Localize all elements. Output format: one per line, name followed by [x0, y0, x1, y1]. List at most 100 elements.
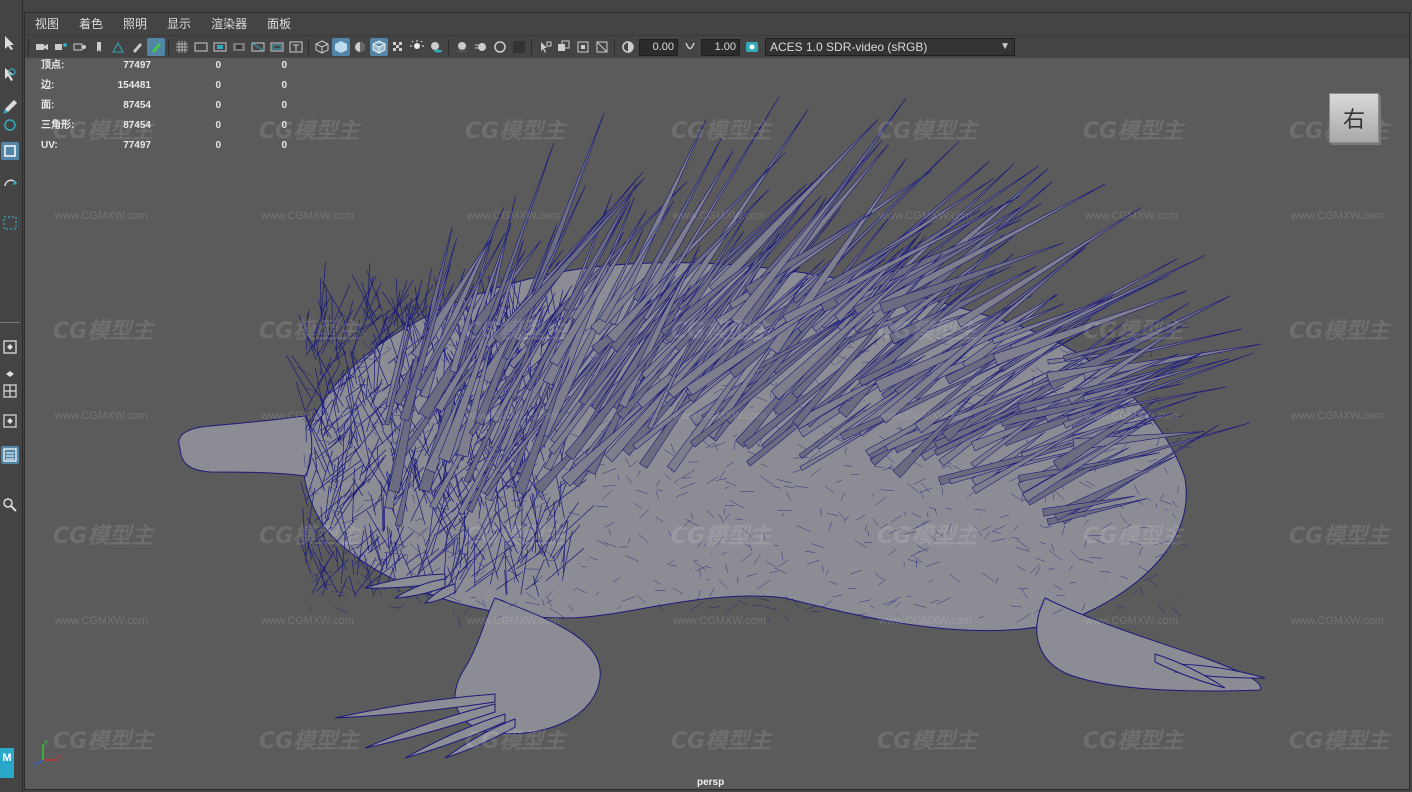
wireframe-on-shaded-icon[interactable] [369, 38, 388, 56]
watermark-url: www.CGMXW.com [879, 410, 972, 422]
3d-viewport[interactable]: CG模型主 www.CGMXW.com CG模型主 www.CGMXW.com CG模型… [25, 58, 1409, 789]
motion-blur-icon[interactable] [472, 38, 490, 56]
marquee-tool-icon[interactable] [1, 214, 19, 232]
side-layout-icon[interactable] [1, 412, 19, 430]
safe-action-icon[interactable] [268, 38, 286, 56]
lasso-tool-icon[interactable] [1, 66, 19, 84]
hud-value: 0 [281, 60, 287, 71]
anti-aliasing-icon[interactable] [491, 38, 509, 56]
axis-z-label: z [33, 760, 37, 768]
watermark-url: www.CGMXW.com [467, 210, 560, 222]
hud-row: 顶点: 77497 0 0 [41, 58, 301, 76]
move-tool-icon[interactable] [1, 116, 19, 134]
grease-pencil-active-icon[interactable] [146, 38, 165, 56]
menu-view[interactable]: 视图 [25, 13, 69, 35]
toolbar-separator [531, 39, 532, 55]
tool-box: M [0, 0, 23, 792]
watermark-logo: CG模型主 [259, 319, 360, 344]
watermark-logo: CG模型主 [259, 729, 360, 754]
axis-gizmo: y x z [33, 738, 61, 768]
chevron-down-icon: ▼ [1000, 41, 1010, 52]
menu-shading[interactable]: 着色 [69, 13, 113, 35]
watermark-logo: CG模型主 [671, 729, 772, 754]
menu-show[interactable]: 显示 [157, 13, 201, 35]
hud-value: 87454 [123, 100, 151, 111]
watermark-url: www.CGMXW.com [55, 210, 148, 222]
watermark-logo: CG模型主 [671, 524, 772, 549]
scale-tool-icon[interactable] [1, 142, 19, 160]
menu-lighting[interactable]: 照明 [113, 13, 157, 35]
hud-label: UV: [41, 140, 58, 151]
select-tool-icon[interactable] [1, 34, 19, 52]
watermark-url: www.CGMXW.com [1291, 615, 1384, 627]
watermark-logo: CG模型主 [465, 119, 566, 144]
exposure-field[interactable]: 0.00 [639, 38, 678, 56]
default-material-icon[interactable] [351, 38, 369, 56]
xray-icon[interactable] [555, 38, 573, 56]
camera-attributes-icon[interactable] [52, 38, 70, 56]
watermark-logo: CG模型主 [53, 319, 154, 344]
watermark-url: www.CGMXW.com [55, 615, 148, 627]
echidna-mesh [178, 95, 1266, 759]
viewport-panel: 视图 着色 照明 显示 渲染器 面板 0.00 1.00 ACES 1.0 SD… [24, 12, 1410, 790]
watermark-url: www.CGMXW.com [673, 615, 766, 627]
watermark-url: www.CGMXW.com [261, 615, 354, 627]
menu-renderer[interactable]: 渲染器 [201, 13, 257, 35]
single-view-layout-icon[interactable] [1, 338, 19, 356]
paint-select-tool-icon[interactable] [1, 98, 19, 116]
depth-of-field-icon[interactable] [510, 38, 528, 56]
watermark-logo: CG模型主 [465, 729, 566, 754]
watermark-url: www.CGMXW.com [261, 410, 354, 422]
image-plane-icon[interactable] [90, 38, 108, 56]
watermark-logo: CG模型主 [53, 729, 154, 754]
rotate-tool-icon[interactable] [1, 176, 19, 194]
watermark-url: www.CGMXW.com [673, 210, 766, 222]
outliner-layout-icon[interactable] [1, 446, 19, 464]
watermark-logo: CG模型主 [877, 319, 978, 344]
hud-row: 边: 154481 0 0 [41, 76, 301, 96]
isolate-select-icon[interactable] [536, 38, 554, 56]
gamma-field[interactable]: 1.00 [701, 38, 740, 56]
grease-pencil-icon[interactable] [128, 38, 146, 56]
watermark-logo: CG模型主 [671, 319, 772, 344]
watermark-logo: CG模型主 [671, 119, 772, 144]
hud-label: 顶点: [41, 60, 65, 71]
select-camera-icon[interactable] [33, 38, 51, 56]
gate-mask-icon[interactable] [230, 38, 248, 56]
view-cube[interactable]: 右 [1329, 93, 1379, 143]
textured-icon[interactable] [389, 38, 407, 56]
toolbar-separator [614, 39, 615, 55]
field-chart-icon[interactable] [249, 38, 267, 56]
use-all-lights-icon[interactable] [408, 38, 426, 56]
snout-shape [178, 415, 313, 477]
smooth-shade-icon[interactable] [331, 38, 350, 56]
ambient-occlusion-icon[interactable] [453, 38, 471, 56]
watermark-url: www.CGMXW.com [673, 410, 766, 422]
safe-title-icon[interactable] [287, 38, 305, 56]
four-view-layout-icon[interactable] [1, 382, 19, 400]
watermark-logo: CG模型主 [1289, 319, 1390, 344]
shadows-icon[interactable] [427, 38, 445, 56]
zoom-icon[interactable] [1, 496, 19, 514]
bookmarks-icon[interactable] [71, 38, 89, 56]
twod-pan-zoom-icon[interactable] [109, 38, 127, 56]
menu-panels[interactable]: 面板 [257, 13, 301, 35]
wireframe-icon[interactable] [313, 38, 331, 56]
xray-joints-icon[interactable] [574, 38, 592, 56]
hud-row: 面: 87454 0 0 [41, 96, 301, 116]
watermark-logo: CG模型主 [877, 119, 978, 144]
view-transform-dropdown[interactable]: ACES 1.0 SDR-video (sRGB) ▼ [765, 38, 1015, 56]
watermark-logo: CG模型主 [1289, 729, 1390, 754]
film-gate-icon[interactable] [192, 38, 210, 56]
grid-icon[interactable] [173, 38, 191, 56]
watermark-url: www.CGMXW.com [879, 210, 972, 222]
exposure-icon[interactable] [619, 38, 637, 56]
gamma-icon[interactable] [681, 38, 699, 56]
xray-active-components-icon[interactable] [593, 38, 611, 56]
layout-arrow-icon[interactable] [1, 368, 19, 380]
watermark-url: www.CGMXW.com [1085, 615, 1178, 627]
axis-y-label: y [44, 738, 48, 746]
resolution-gate-icon[interactable] [211, 38, 229, 56]
color-management-icon[interactable] [743, 38, 761, 56]
watermark-url: www.CGMXW.com [261, 210, 354, 222]
